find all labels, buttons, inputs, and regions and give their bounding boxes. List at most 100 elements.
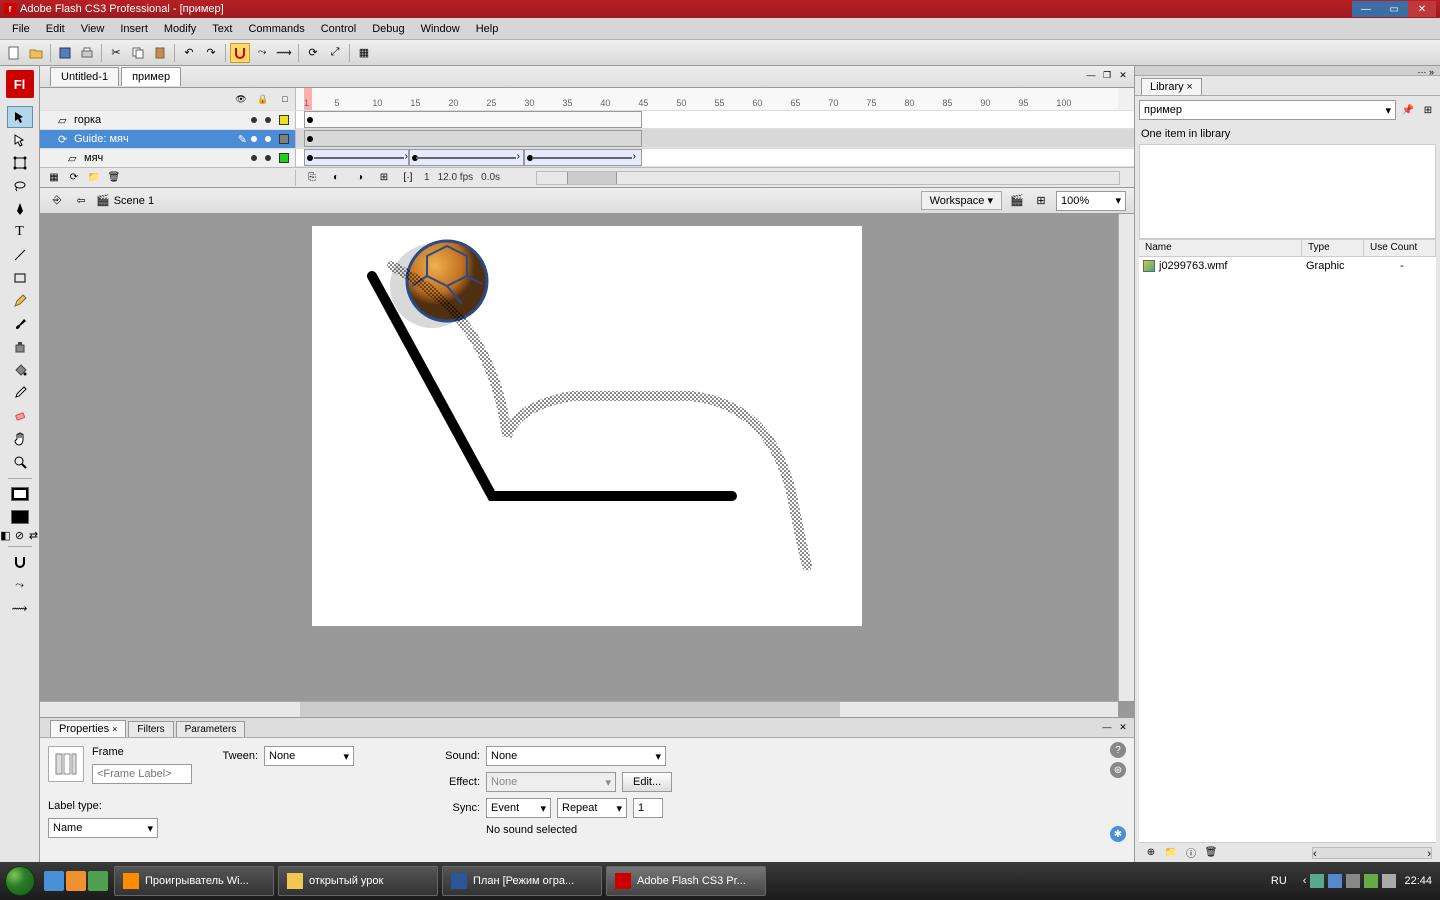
menu-modify[interactable]: Modify xyxy=(156,21,204,37)
info-button[interactable]: ⊛ xyxy=(1110,762,1126,778)
zoom-selector[interactable]: 100%▾ xyxy=(1056,191,1126,211)
col-type[interactable]: Type xyxy=(1302,240,1364,256)
menu-text[interactable]: Text xyxy=(204,21,240,37)
copy-button[interactable] xyxy=(128,43,148,63)
doc-restore-button[interactable]: ❐ xyxy=(1100,68,1114,82)
onion-outline-button[interactable]: ◑ xyxy=(352,170,368,186)
redo-button[interactable]: ↷ xyxy=(201,43,221,63)
eye-column-icon[interactable]: 👁 xyxy=(235,93,247,105)
menu-view[interactable]: View xyxy=(73,21,113,37)
quick-launch-button[interactable] xyxy=(44,871,64,891)
taskbar-item-player[interactable]: Проигрыватель Wi... xyxy=(114,866,274,896)
undo-button[interactable]: ↶ xyxy=(179,43,199,63)
snap-to-objects-button[interactable] xyxy=(7,551,33,573)
volume-icon[interactable] xyxy=(1382,874,1396,888)
frames-ruler[interactable]: 1510152025303540455055606570758085909510… xyxy=(296,88,1118,110)
quick-launch-button[interactable] xyxy=(88,871,108,891)
menu-file[interactable]: File xyxy=(4,21,38,37)
taskbar-clock[interactable]: 22:44 xyxy=(1404,875,1440,887)
no-color-icon[interactable]: ⊘ xyxy=(14,529,26,541)
stage-h-scrollbar[interactable] xyxy=(40,701,1118,717)
text-tool[interactable]: T xyxy=(7,221,33,243)
rotate-button[interactable]: ⟳ xyxy=(303,43,323,63)
tray-icon[interactable] xyxy=(1328,874,1342,888)
quick-launch-button[interactable] xyxy=(66,871,86,891)
tray-icon[interactable] xyxy=(1364,874,1378,888)
smooth-option-button[interactable]: ⤳ xyxy=(7,574,33,596)
hand-tool[interactable] xyxy=(7,428,33,450)
eraser-tool[interactable] xyxy=(7,405,33,427)
window-maximize-button[interactable]: ▭ xyxy=(1380,1,1408,17)
tray-icon[interactable] xyxy=(1346,874,1360,888)
lib-h-scroll[interactable]: ‹› xyxy=(1312,847,1432,859)
timeline-h-scrollbar[interactable] xyxy=(536,171,1120,185)
sound-select[interactable]: None▾ xyxy=(486,746,666,766)
library-doc-select[interactable]: пример▾ xyxy=(1139,100,1396,120)
props-close-button[interactable]: ✕ xyxy=(1116,720,1130,734)
align-button[interactable]: ▦ xyxy=(354,43,374,63)
language-indicator[interactable]: RU xyxy=(1271,875,1287,887)
doc-close-button[interactable]: ✕ xyxy=(1116,68,1130,82)
scene-breadcrumb[interactable]: 🎬 Scene 1 xyxy=(96,194,154,207)
edit-symbol-icon[interactable]: ⊞ xyxy=(1032,192,1050,210)
cut-button[interactable]: ✂ xyxy=(106,43,126,63)
brush-tool[interactable] xyxy=(7,313,33,335)
doc-tab-primer[interactable]: пример xyxy=(121,67,181,86)
tab-filters[interactable]: Filters xyxy=(128,721,173,737)
system-tray[interactable]: ‹ xyxy=(1295,874,1405,888)
subselection-tool[interactable] xyxy=(7,129,33,151)
new-guide-button[interactable]: ⟳ xyxy=(66,170,82,186)
menu-commands[interactable]: Commands xyxy=(240,21,312,37)
center-frame-icon[interactable]: ⎘ xyxy=(304,170,320,186)
scale-button[interactable]: ⤢ xyxy=(325,43,345,63)
taskbar-item-folder[interactable]: открытый урок xyxy=(278,866,438,896)
line-tool[interactable] xyxy=(7,244,33,266)
edit-sound-button[interactable]: Edit... xyxy=(622,772,672,792)
print-button[interactable] xyxy=(77,43,97,63)
delete-lib-button[interactable]: 🗑 xyxy=(1203,845,1219,861)
library-item[interactable]: j0299763.wmf Graphic - xyxy=(1139,257,1436,275)
straighten-button[interactable]: ⟿ xyxy=(274,43,294,63)
free-transform-tool[interactable] xyxy=(7,152,33,174)
library-list[interactable]: j0299763.wmf Graphic - xyxy=(1139,257,1436,842)
open-file-button[interactable] xyxy=(26,43,46,63)
edit-multiple-button[interactable]: ⊞ xyxy=(376,170,392,186)
sync-select[interactable]: Event▾ xyxy=(486,798,551,818)
window-minimize-button[interactable]: — xyxy=(1352,1,1380,17)
layer-row-guide[interactable]: ⟳ Guide: мяч ✎ xyxy=(40,129,1134,148)
stroke-color-swatch[interactable] xyxy=(7,483,33,505)
new-layer-button[interactable]: ▦ xyxy=(46,170,62,186)
color-swap-controls[interactable]: ◧ ⊘ ⇄ xyxy=(0,529,40,542)
menu-insert[interactable]: Insert xyxy=(112,21,156,37)
layer-row-ball[interactable]: ▱ мяч xyxy=(40,148,1134,167)
tab-properties[interactable]: Properties× xyxy=(50,720,126,737)
label-type-select[interactable]: Name▾ xyxy=(48,818,158,838)
tween-select[interactable]: None▾ xyxy=(264,746,354,766)
tray-icon[interactable] xyxy=(1310,874,1324,888)
menu-help[interactable]: Help xyxy=(468,21,507,37)
swap-colors-icon[interactable]: ⇄ xyxy=(28,529,40,541)
panel-gripper[interactable]: ⋯ » xyxy=(1135,66,1440,76)
accessibility-button[interactable]: ✱ xyxy=(1110,826,1126,842)
menu-window[interactable]: Window xyxy=(413,21,468,37)
tab-parameters[interactable]: Parameters xyxy=(176,721,246,737)
doc-minimize-button[interactable]: — xyxy=(1084,68,1098,82)
back-button[interactable]: ⇦ xyxy=(72,192,90,210)
default-colors-icon[interactable]: ◧ xyxy=(0,529,12,541)
menu-edit[interactable]: Edit xyxy=(38,21,73,37)
outline-column-icon[interactable]: □ xyxy=(279,93,291,105)
frame-label-input[interactable] xyxy=(92,764,192,784)
taskbar-item-word[interactable]: План [Режим огра... xyxy=(442,866,602,896)
repeat-count-input[interactable] xyxy=(633,798,663,818)
new-folder-lib-button[interactable]: 📁 xyxy=(1163,845,1179,861)
doc-tab-untitled[interactable]: Untitled-1 xyxy=(50,67,119,86)
paste-button[interactable] xyxy=(150,43,170,63)
stage-area[interactable] xyxy=(40,214,1134,717)
col-name[interactable]: Name xyxy=(1139,240,1302,256)
edit-scene-icon[interactable]: 🎬 xyxy=(1008,192,1026,210)
properties-lib-button[interactable]: ⓘ xyxy=(1183,845,1199,861)
new-file-button[interactable] xyxy=(4,43,24,63)
modify-onion-button[interactable]: [·] xyxy=(400,170,416,186)
window-close-button[interactable]: ✕ xyxy=(1408,1,1436,17)
new-library-button[interactable]: ⊞ xyxy=(1420,102,1436,118)
